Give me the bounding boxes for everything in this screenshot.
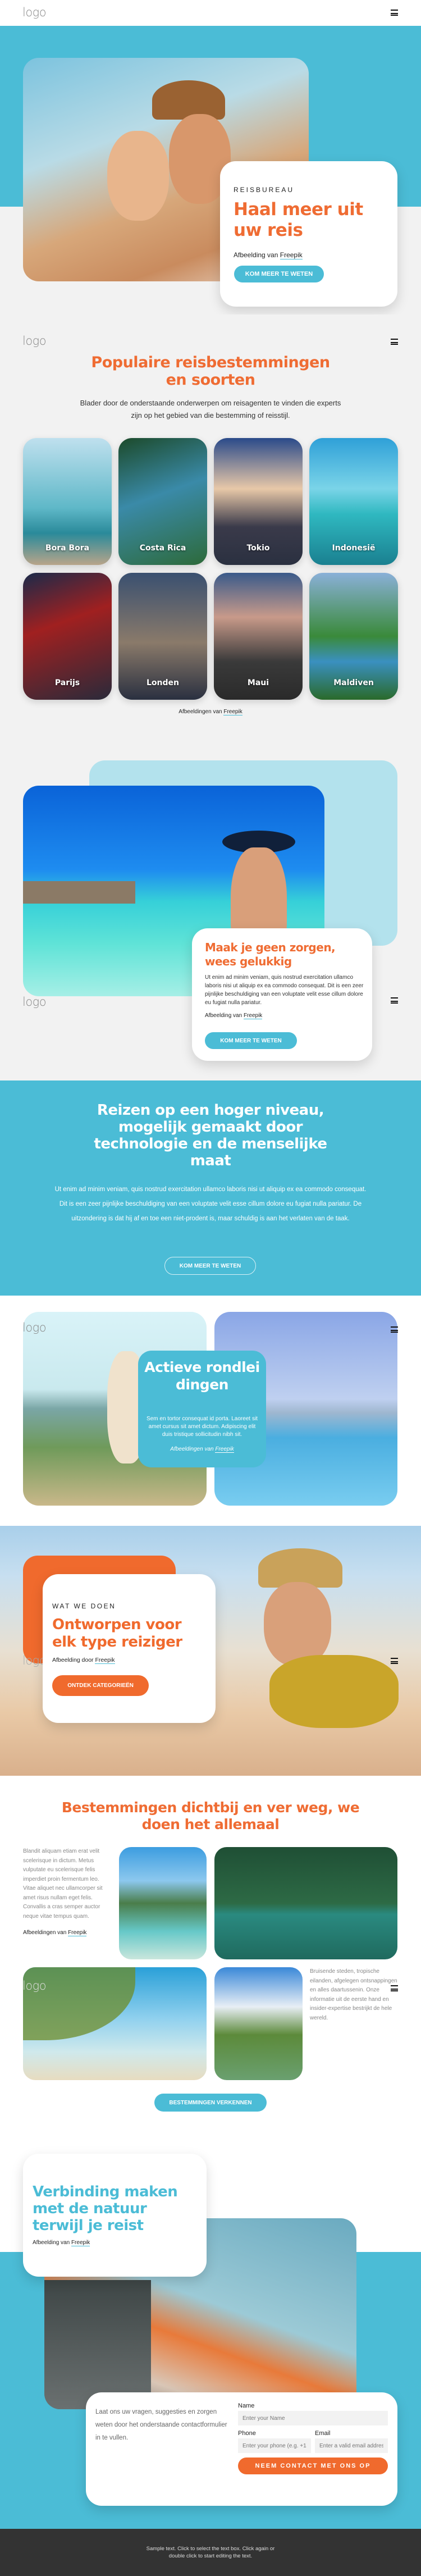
credit-text: Afbeelding van xyxy=(205,1013,242,1019)
hero-eyebrow: REISBUREAU xyxy=(234,186,295,194)
logo[interactable]: logo xyxy=(22,334,47,348)
name-input[interactable] xyxy=(238,2411,388,2425)
freepik-link[interactable]: Freepik xyxy=(280,251,303,259)
logo[interactable]: logo xyxy=(22,1321,47,1334)
destination-card[interactable]: Costa Rica xyxy=(118,438,207,565)
active-card: Actieve rondleidingen Sem en tortor cons… xyxy=(138,1351,266,1467)
logo[interactable]: logo xyxy=(22,6,47,19)
logo[interactable]: logo xyxy=(22,1979,47,1993)
thailand-boat-image xyxy=(119,1847,207,1959)
what-title: Ontworpen voor elk type reiziger xyxy=(52,1616,182,1651)
hero-card: REISBUREAU Haal meer uit uw reis Afbeeld… xyxy=(220,161,397,307)
hamburger-icon[interactable] xyxy=(391,1658,398,1664)
explore-destinations-button[interactable]: BESTEMMINGEN VERKENNEN xyxy=(154,2094,267,2112)
freepik-link[interactable]: Freepik xyxy=(68,1930,87,1936)
active-credit: Afbeeldingen van Freepik xyxy=(138,1446,266,1453)
nature-credit: Afbeelding van Freepik xyxy=(33,2240,90,2246)
destination-label: Maui xyxy=(247,678,269,687)
hero-title: Haal meer uit uw reis xyxy=(234,199,363,240)
name-label: Name xyxy=(238,2402,255,2409)
active-text: Sem en tortor consequat id porta. Laoree… xyxy=(147,1416,258,1438)
destination-card[interactable]: Maldiven xyxy=(309,573,398,700)
freepik-link[interactable]: Freepik xyxy=(215,1446,234,1453)
destination-card[interactable]: Tokio xyxy=(214,438,303,565)
freepik-link[interactable]: Freepik xyxy=(223,709,242,715)
logo[interactable]: logo xyxy=(22,995,47,1009)
destination-card[interactable]: Parijs xyxy=(23,573,112,700)
freepik-link[interactable]: Freepik xyxy=(243,1013,263,1019)
credit-text: Afbeelding van xyxy=(33,2240,70,2246)
credit-text: Afbeeldingen van xyxy=(179,709,222,715)
destination-label: Costa Rica xyxy=(139,544,186,553)
freepik-link[interactable]: Freepik xyxy=(71,2240,90,2246)
tech-title: Reizen op een hoger niveau, mogelijk gem… xyxy=(94,1102,327,1169)
active-title: Actieve rondleidingen xyxy=(144,1359,260,1393)
windmill-image xyxy=(214,1967,303,2080)
hamburger-icon[interactable] xyxy=(391,1326,398,1333)
destination-label: Bora Bora xyxy=(45,544,90,553)
near-text-left: Blandit aliquam etiam erat velit sceleri… xyxy=(23,1848,103,1920)
credit-text: Afbeelding door xyxy=(52,1657,94,1663)
freepik-link[interactable]: Freepik xyxy=(95,1657,115,1664)
credit-text: Afbeeldingen van xyxy=(170,1446,214,1452)
discover-categories-button[interactable]: ONTDEK CATEGORIEËN xyxy=(52,1675,149,1696)
destination-card[interactable]: Londen xyxy=(118,573,207,700)
near-text-right: Bruisende steden, tropische eilanden, af… xyxy=(310,1968,397,2021)
header xyxy=(0,0,421,26)
happy-title: Maak je geen zorgen, wees gelukkig xyxy=(205,941,336,968)
forest-cabin-image xyxy=(214,1847,397,1959)
tech-learn-more-button[interactable]: KOM MEER TE WETEN xyxy=(164,1257,256,1275)
credit-text: Afbeeldingen van xyxy=(23,1930,67,1936)
nature-card: Verbinding maken met de natuur terwijl j… xyxy=(23,2154,207,2277)
near-credit: Afbeeldingen van Freepik xyxy=(23,1930,87,1936)
email-label: Email xyxy=(315,2430,331,2437)
destination-card[interactable]: Maui xyxy=(214,573,303,700)
hamburger-icon[interactable] xyxy=(391,10,398,16)
credit-text: Afbeelding van xyxy=(234,251,278,259)
contact-text: Laat ons uw vragen, suggesties en zorgen… xyxy=(95,2409,227,2441)
email-input[interactable] xyxy=(315,2438,388,2453)
nature-title: Verbinding maken met de natuur terwijl j… xyxy=(33,2183,178,2234)
destination-label: Parijs xyxy=(54,678,80,687)
tech-text: Ut enim ad minim veniam, quis nostrud ex… xyxy=(54,1186,367,1222)
footer-text: Sample text. Click to select the text bo… xyxy=(146,2546,275,2559)
destinations-credit: Afbeeldingen van Freepik xyxy=(0,709,421,715)
what-credit: Afbeelding door Freepik xyxy=(52,1657,115,1664)
hamburger-icon[interactable] xyxy=(391,339,398,345)
what-eyebrow: WAT WE DOEN xyxy=(52,1602,116,1610)
destination-label: Indonesië xyxy=(332,544,376,553)
destination-label: Tokio xyxy=(246,544,270,553)
destination-card[interactable]: Indonesië xyxy=(309,438,398,565)
tropical-beach-image xyxy=(23,1967,207,2080)
destination-label: Londen xyxy=(147,678,179,687)
destinations-title: Populaire reisbestemmingen en soorten xyxy=(91,354,330,389)
hamburger-icon[interactable] xyxy=(391,997,398,1004)
what-card: WAT WE DOEN Ontworpen voor elk type reiz… xyxy=(43,1574,216,1723)
hero-learn-more-button[interactable]: KOM MEER TE WETEN xyxy=(234,266,324,282)
happy-learn-more-button[interactable]: KOM MEER TE WETEN xyxy=(205,1032,297,1049)
destination-label: Maldiven xyxy=(333,678,374,687)
destination-card[interactable]: Bora Bora xyxy=(23,438,112,565)
happy-credit: Afbeelding van Freepik xyxy=(205,1013,263,1019)
contact-submit-button[interactable]: NEEM CONTACT MET ONS OP xyxy=(238,2458,388,2474)
phone-label: Phone xyxy=(238,2430,256,2437)
happy-text: Ut enim ad minim veniam, quis nostrud ex… xyxy=(205,974,364,1006)
destinations-intro: Blader door de onderstaande onderwerpen … xyxy=(80,399,341,420)
phone-input[interactable] xyxy=(238,2438,311,2453)
near-title: Bestemmingen dichtbij en ver weg, we doe… xyxy=(61,1799,360,1832)
hero-credit: Afbeelding van Freepik xyxy=(234,251,303,259)
